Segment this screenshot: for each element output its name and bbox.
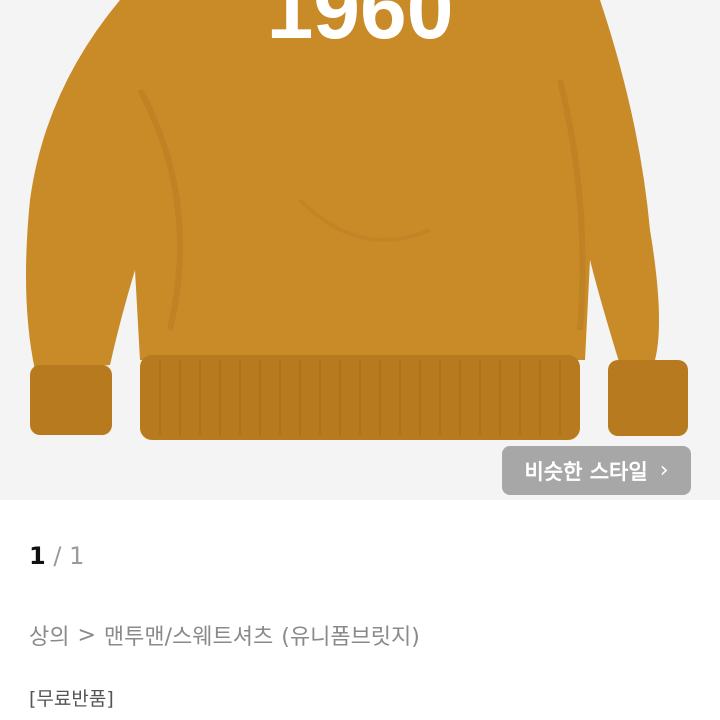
pager-separator: / xyxy=(53,542,62,570)
breadcrumb: 상의 > 맨투맨/스웨트셔츠 (유니폼브릿지) xyxy=(29,619,420,651)
chevron-right-icon: › xyxy=(659,458,669,483)
free-return-badge: [무료반품] xyxy=(29,688,114,710)
breadcrumb-category[interactable]: 상의 xyxy=(29,619,69,651)
print-text: 1960 xyxy=(267,0,454,56)
breadcrumb-subcategory[interactable]: 맨투맨/스웨트셔츠 xyxy=(104,619,273,651)
breadcrumb-brand[interactable]: (유니폼브릿지) xyxy=(281,619,420,651)
product-image[interactable]: 1960 xyxy=(0,0,720,500)
breadcrumb-separator: > xyxy=(77,622,96,648)
similar-style-button[interactable]: 비슷한 스타일 › xyxy=(502,446,691,495)
pager-total: 1 xyxy=(69,542,85,570)
similar-style-label: 비슷한 스타일 xyxy=(524,459,648,484)
pager-current: 1 xyxy=(29,542,46,570)
image-pager: 1 / 1 xyxy=(29,542,84,570)
